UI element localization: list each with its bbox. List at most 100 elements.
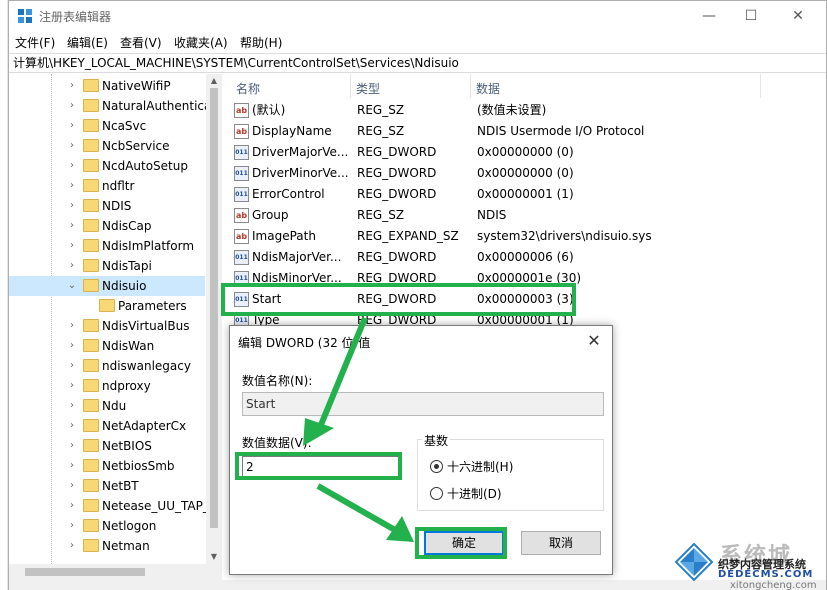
tree-item[interactable]: › Netman xyxy=(9,536,205,556)
collapsed-chevron-icon[interactable]: › xyxy=(67,376,77,396)
tree-item[interactable]: › ndproxy xyxy=(9,376,205,396)
header-separator[interactable] xyxy=(350,74,351,98)
menu-file[interactable]: 文件(F) xyxy=(15,34,55,51)
value-row[interactable]: 011 NdisMajorVer... REG_DWORD 0x00000006 (6… xyxy=(226,247,827,268)
scroll-up-icon[interactable]: ▲ xyxy=(206,74,222,88)
header-type[interactable]: 类型 xyxy=(356,80,380,97)
tree-item[interactable]: › NetBT xyxy=(9,476,205,496)
collapsed-chevron-icon[interactable]: › xyxy=(67,196,77,216)
collapsed-chevron-icon[interactable]: › xyxy=(67,496,77,516)
tree-horizontal-scrollbar[interactable] xyxy=(9,564,222,580)
tree-item-label[interactable]: Netease_UU_TAP_ xyxy=(102,496,209,516)
collapsed-chevron-icon[interactable]: › xyxy=(67,396,77,416)
tree-item[interactable]: Parameters xyxy=(9,296,205,316)
tree-scroll-thumb[interactable] xyxy=(210,88,218,528)
collapsed-chevron-icon[interactable]: › xyxy=(67,116,77,136)
value-row[interactable]: ab ImagePath REG_EXPAND_SZ system32\drivers… xyxy=(226,226,827,247)
collapsed-chevron-icon[interactable]: › xyxy=(67,156,77,176)
collapsed-chevron-icon[interactable]: › xyxy=(67,316,77,336)
tree-vertical-scrollbar[interactable]: ▲ ▼ xyxy=(206,74,222,564)
tree-item[interactable]: › NDIS xyxy=(9,196,205,216)
tree-item[interactable]: › NativeWifiP xyxy=(9,76,205,96)
tree-item[interactable]: › ndiswanlegacy xyxy=(9,356,205,376)
tree-item-label[interactable]: NdisWan xyxy=(102,336,154,356)
header-separator[interactable] xyxy=(470,74,471,98)
tree-item[interactable]: › NcbService xyxy=(9,136,205,156)
tree-item[interactable]: › NdisImPlatform xyxy=(9,236,205,256)
hex-radio-dot[interactable] xyxy=(430,460,443,473)
minimize-button[interactable]: — xyxy=(686,1,732,31)
tree-item[interactable]: › NetAdapterCx xyxy=(9,416,205,436)
tree-item-label[interactable]: ndfltr xyxy=(102,176,134,196)
tree-item[interactable]: › Netease_UU_TAP_ xyxy=(9,496,209,516)
collapsed-chevron-icon[interactable]: › xyxy=(67,356,77,376)
header-data[interactable]: 数据 xyxy=(476,80,500,97)
tree-item-label[interactable]: Netlogon xyxy=(102,516,156,536)
maximize-button[interactable]: ☐ xyxy=(728,1,774,31)
close-button[interactable]: ✕ xyxy=(775,1,821,31)
menu-help[interactable]: 帮助(H) xyxy=(240,34,282,51)
collapsed-chevron-icon[interactable]: › xyxy=(67,416,77,436)
tree-item-label[interactable]: NetbiosSmb xyxy=(102,456,175,476)
collapsed-chevron-icon[interactable]: › xyxy=(67,256,77,276)
tree-item[interactable]: › ndfltr xyxy=(9,176,205,196)
tree-item-label[interactable]: Ndu xyxy=(102,396,126,416)
tree-item-label[interactable]: NcaSvc xyxy=(102,116,146,136)
tree-item-label[interactable]: NaturalAuthentica xyxy=(102,96,211,116)
value-row[interactable]: ab Group REG_SZ NDIS xyxy=(226,205,827,226)
tree-item[interactable]: › Ndu xyxy=(9,396,205,416)
tree-item[interactable]: › NaturalAuthentica xyxy=(9,96,211,116)
header-separator[interactable] xyxy=(760,74,761,98)
tree-item[interactable]: › NdisTapi xyxy=(9,256,205,276)
tree-item-label[interactable]: ndiswanlegacy xyxy=(102,356,191,376)
collapsed-chevron-icon[interactable]: › xyxy=(67,216,77,236)
tree-item-label[interactable]: NDIS xyxy=(102,196,131,216)
decimal-radio-label[interactable]: 十进制(D) xyxy=(447,487,502,501)
tree-item-label[interactable]: NcdAutoSetup xyxy=(102,156,188,176)
tree-item-label[interactable]: NcbService xyxy=(102,136,170,156)
tree-item[interactable]: › NetbiosSmb xyxy=(9,456,205,476)
tree-item-label[interactable]: NdisImPlatform xyxy=(102,236,194,256)
tree-item-label[interactable]: NativeWifiP xyxy=(102,76,171,96)
collapsed-chevron-icon[interactable]: › xyxy=(67,236,77,256)
value-row[interactable]: 011 DriverMinorVe... REG_DWORD 0x00000000 (… xyxy=(226,163,827,184)
tree-item-label[interactable]: Netman xyxy=(102,536,150,556)
collapsed-chevron-icon[interactable]: › xyxy=(67,136,77,156)
tree-item-label[interactable]: NdisCap xyxy=(102,216,152,236)
collapsed-chevron-icon[interactable]: › xyxy=(67,336,77,356)
menu-favorites[interactable]: 收藏夹(A) xyxy=(174,34,228,51)
collapsed-chevron-icon[interactable]: › xyxy=(67,456,77,476)
tree-hscroll-thumb[interactable] xyxy=(25,568,145,576)
tree-item-label[interactable]: NdisVirtualBus xyxy=(102,316,189,336)
value-row[interactable]: 011 DriverMajorVe... REG_DWORD 0x00000000 (… xyxy=(226,142,827,163)
header-name[interactable]: 名称 xyxy=(236,80,260,97)
tree-item[interactable]: › NcaSvc xyxy=(9,116,205,136)
collapsed-chevron-icon[interactable]: › xyxy=(67,436,77,456)
tree-item-label[interactable]: NetBIOS xyxy=(102,436,152,456)
decimal-radio-dot[interactable] xyxy=(430,487,443,500)
scroll-down-icon[interactable]: ▼ xyxy=(206,550,222,564)
tree-item-label[interactable]: NdisTapi xyxy=(102,256,152,276)
tree-item-label[interactable]: Ndisuio xyxy=(102,276,146,296)
tree-item[interactable]: › NdisVirtualBus xyxy=(9,316,205,336)
tree-item-label[interactable]: ndproxy xyxy=(102,376,151,396)
address-bar[interactable]: 计算机\HKEY_LOCAL_MACHINE\SYSTEM\CurrentCon… xyxy=(9,53,826,73)
menu-view[interactable]: 查看(V) xyxy=(120,34,162,51)
hex-radio-label[interactable]: 十六进制(H) xyxy=(447,460,513,474)
collapsed-chevron-icon[interactable]: › xyxy=(67,516,77,536)
value-row[interactable]: ab DisplayName REG_SZ NDIS Usermode I/O Pro… xyxy=(226,121,827,142)
expanded-chevron-icon[interactable]: ⌄ xyxy=(67,276,77,296)
collapsed-chevron-icon[interactable]: › xyxy=(67,176,77,196)
cancel-button[interactable]: 取消 xyxy=(521,531,601,555)
tree-item[interactable]: › Netlogon xyxy=(9,516,205,536)
value-row[interactable]: 011 ErrorControl REG_DWORD 0x00000001 (1) xyxy=(226,184,827,205)
tree-item[interactable]: › NdisCap xyxy=(9,216,205,236)
collapsed-chevron-icon[interactable]: › xyxy=(67,536,77,556)
menu-edit[interactable]: 编辑(E) xyxy=(67,34,108,51)
collapsed-chevron-icon[interactable]: › xyxy=(67,96,77,116)
tree-item[interactable]: › NetBIOS xyxy=(9,436,205,456)
tree-item[interactable]: ⌄ Ndisuio xyxy=(9,276,205,296)
tree-item-label[interactable]: Parameters xyxy=(118,296,187,316)
tree-item-label[interactable]: NetAdapterCx xyxy=(102,416,186,436)
tree-item-label[interactable]: NetBT xyxy=(102,476,139,496)
